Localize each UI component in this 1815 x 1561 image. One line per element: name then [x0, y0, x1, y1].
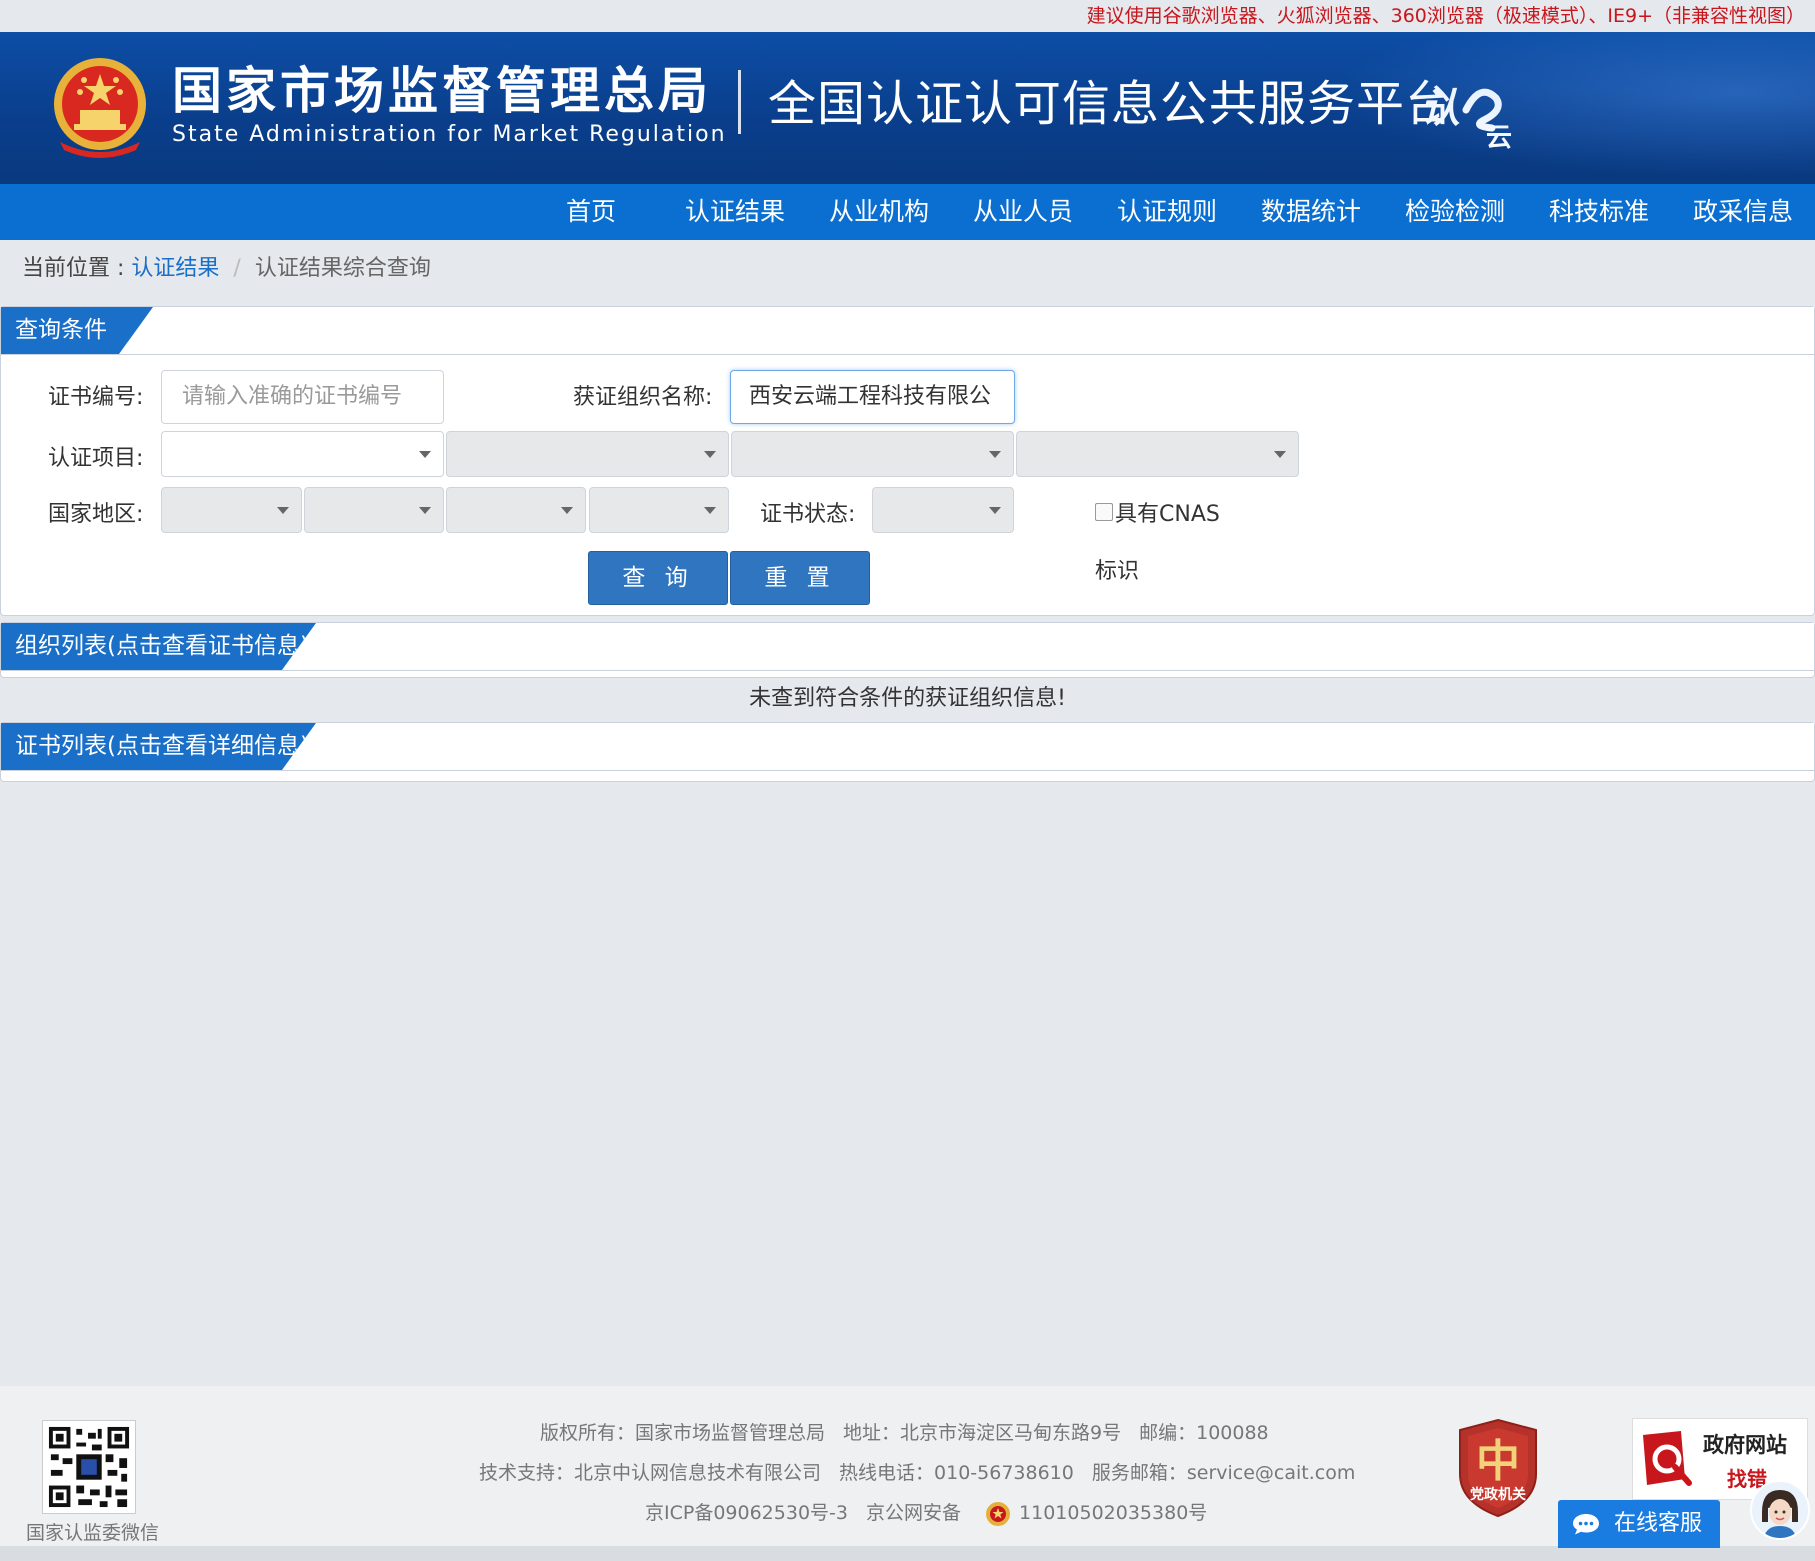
breadcrumb-prefix: 当前位置 :: [22, 256, 132, 281]
org-list-header: 组织列表(点击查看证书信息): [1, 623, 1814, 671]
svg-text:云: 云: [1486, 122, 1512, 150]
cnas-checkbox[interactable]: [1095, 503, 1113, 521]
footer-copyright: 版权所有：国家市场监督管理总局: [540, 1422, 826, 1444]
nav-item-cert-results[interactable]: 认证结果: [670, 184, 800, 240]
cert-item-select-3[interactable]: [731, 431, 1014, 477]
police-badge-icon: [986, 1501, 1011, 1526]
nav-item-procurement[interactable]: 政采信息: [1678, 184, 1808, 240]
chat-bubble-icon: [1573, 1514, 1599, 1535]
cert-no-label: 证书编号:: [48, 385, 144, 410]
footer-line-1: 版权所有：国家市场监督管理总局 地址：北京市海淀区马甸东路9号 邮编：100088: [0, 1420, 1815, 1446]
platform-logo-icon: 认 云: [1420, 87, 1512, 150]
online-service-button[interactable]: 在线客服: [1558, 1500, 1720, 1548]
online-service-label: 在线客服: [1614, 1511, 1703, 1536]
cert-item-select-4[interactable]: [1016, 431, 1299, 477]
breadcrumb-separator: /: [233, 256, 241, 281]
footer-line-3: 京ICP备09062530号-3 京公网安备 11010502035380号: [0, 1500, 1815, 1527]
svg-text:中: 中: [1476, 1436, 1520, 1487]
org-list-title: 组织列表(点击查看证书信息): [1, 623, 316, 670]
footer-email: 服务邮箱：service@cait.com: [1091, 1462, 1356, 1484]
party-badge-text: 党政机关: [1470, 1487, 1526, 1503]
footer-address: 地址：北京市海淀区马甸东路9号: [843, 1422, 1122, 1444]
cnas-label-line2: 标识: [1095, 559, 1140, 584]
chevron-down-icon: [419, 451, 431, 458]
national-emblem-icon: [54, 58, 146, 158]
nav-item-cert-rules[interactable]: 认证规则: [1102, 184, 1232, 240]
cert-status-select[interactable]: [872, 487, 1014, 533]
footer-line-2: 技术支持：北京中认网信息技术有限公司 热线电话：010-56738610 服务邮箱：…: [0, 1460, 1815, 1486]
nav-item-tech-standards[interactable]: 科技标准: [1534, 184, 1664, 240]
region-select-4[interactable]: [589, 487, 729, 533]
breadcrumb: 当前位置 : 认证结果 / 认证结果综合查询: [22, 252, 431, 286]
chevron-down-icon: [704, 507, 716, 514]
svg-text:认: 认: [1420, 87, 1460, 131]
footer-tech-support: 技术支持：北京中认网信息技术有限公司: [479, 1462, 822, 1484]
query-panel-header: 查询条件: [1, 307, 1814, 355]
nav-item-statistics[interactable]: 数据统计: [1246, 184, 1376, 240]
cert-list-header: 证书列表(点击查看详细信息): [1, 723, 1814, 771]
breadcrumb-link-cert-results[interactable]: 认证结果: [131, 256, 219, 281]
cert-list-title: 证书列表(点击查看详细信息): [1, 723, 316, 770]
cert-list-panel: 证书列表(点击查看详细信息): [0, 722, 1815, 782]
cnas-label: 具有CNAS: [1115, 502, 1220, 527]
party-gov-badge[interactable]: 中 党政机关: [1456, 1418, 1540, 1518]
browser-notice-text: 建议使用谷歌浏览器、火狐浏览器、360浏览器（极速模式）、IE9+（非兼容性视图…: [1086, 5, 1805, 27]
gov-badge-title: 政府网站: [1703, 1433, 1787, 1457]
query-panel: 查询条件 证书编号: 请输入准确的证书编号 获证组织名称: 西安云端工程科技有限…: [0, 306, 1815, 616]
region-select-1[interactable]: [161, 487, 302, 533]
org-name-input[interactable]: 西安云端工程科技有限公: [730, 370, 1015, 424]
browser-notice: 建议使用谷歌浏览器、火狐浏览器、360浏览器（极速模式）、IE9+（非兼容性视图…: [0, 0, 1815, 32]
org-name-cn: 国家市场监督管理总局: [172, 61, 712, 120]
chevron-down-icon: [989, 507, 1001, 514]
chevron-down-icon: [561, 507, 573, 514]
platform-name: 全国认证认可信息公共服务平台: [768, 76, 1455, 132]
query-panel-title: 查询条件: [1, 307, 153, 354]
chevron-down-icon: [704, 451, 716, 458]
footer-police-record-no: 11010502035380号: [1019, 1502, 1208, 1524]
nav-item-home[interactable]: 首页: [526, 184, 656, 240]
footer-police-record[interactable]: 京公网安备 11010502035380号: [865, 1501, 1225, 1526]
footer-hotline: 热线电话：010-56738610: [839, 1462, 1074, 1484]
footer-icp[interactable]: 京ICP备09062530号-3: [645, 1502, 848, 1524]
chevron-down-icon: [277, 507, 289, 514]
cert-item-label: 认证项目:: [48, 446, 144, 471]
chevron-down-icon: [1274, 451, 1286, 458]
cert-status-label: 证书状态:: [760, 502, 856, 527]
query-button[interactable]: 查 询: [588, 551, 728, 605]
chevron-down-icon: [989, 451, 1001, 458]
footer-postcode: 邮编：100088: [1139, 1422, 1269, 1444]
site-header: 国家市场监督管理总局 State Administration for Mark…: [0, 32, 1815, 184]
agent-avatar-icon: [1752, 1482, 1808, 1538]
nav-item-inspection[interactable]: 检验检测: [1390, 184, 1520, 240]
reset-button[interactable]: 重 置: [730, 551, 870, 605]
region-label: 国家地区:: [48, 502, 144, 527]
main-nav: 首页 认证结果 从业机构 从业人员 认证规则 数据统计 检验检测 科技标准 政采…: [0, 184, 1815, 240]
footer-bottom-bar: [0, 1546, 1815, 1561]
site-footer: 国家认监委微信 版权所有：国家市场监督管理总局 地址：北京市海淀区马甸东路9号 邮编…: [0, 1386, 1815, 1548]
footer-police-record-label: 京公网安备: [865, 1502, 961, 1524]
org-name-en: State Administration for Market Regulati…: [172, 122, 727, 147]
chevron-down-icon: [419, 507, 431, 514]
cert-item-select-2[interactable]: [446, 431, 729, 477]
breadcrumb-current: 认证结果综合查询: [254, 256, 431, 281]
header-divider: [738, 70, 741, 134]
magnifier-icon: [1643, 1431, 1692, 1486]
org-list-empty-message: 未查到符合条件的获证组织信息!: [749, 686, 1066, 711]
region-select-3[interactable]: [446, 487, 586, 533]
service-agent-avatar[interactable]: [1750, 1480, 1810, 1540]
cert-item-select-1[interactable]: [161, 431, 444, 477]
cert-no-input[interactable]: 请输入准确的证书编号: [161, 370, 444, 424]
nav-item-practitioners[interactable]: 从业人员: [958, 184, 1088, 240]
org-name-label: 获证组织名称:: [573, 385, 713, 410]
nav-item-institutions[interactable]: 从业机构: [814, 184, 944, 240]
region-select-2[interactable]: [304, 487, 444, 533]
org-list-panel: 组织列表(点击查看证书信息): [0, 622, 1815, 678]
